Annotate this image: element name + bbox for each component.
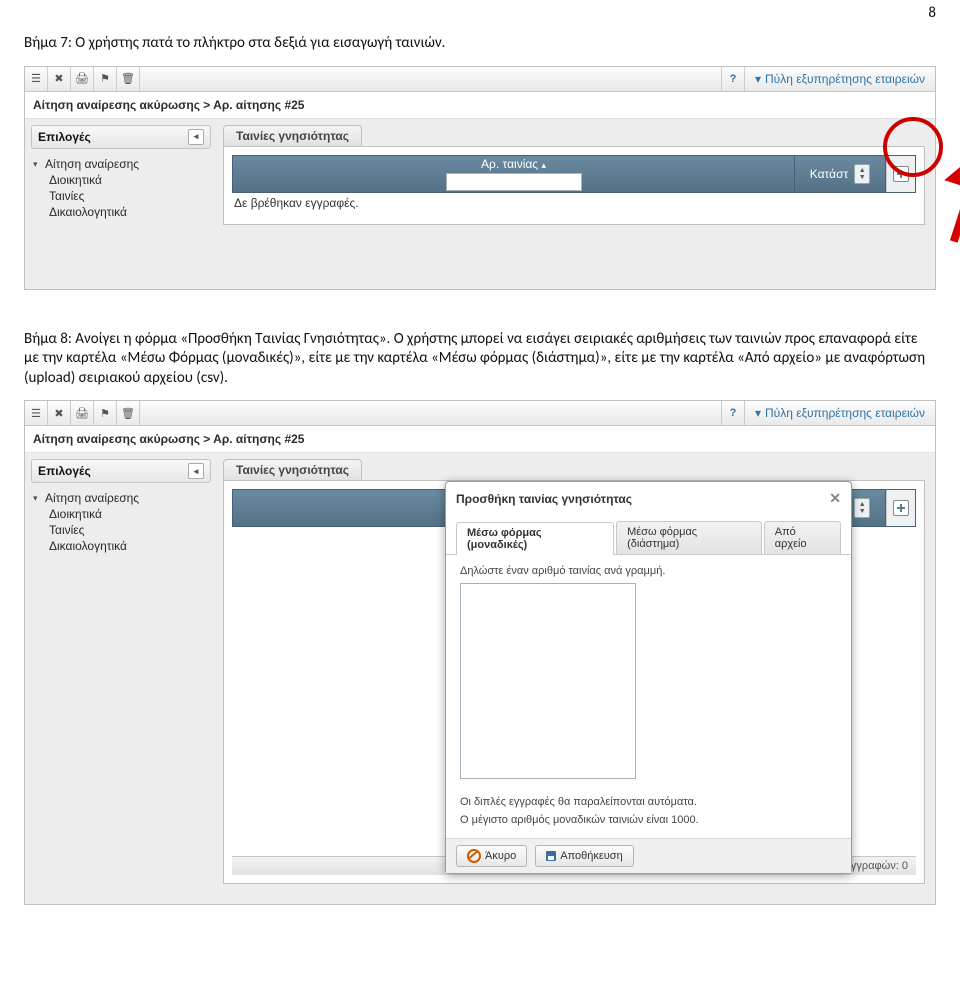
modal-body: Δηλώστε έναν αριθμό ταινίας ανά γραμμή. … <box>446 555 851 838</box>
modal-tab-file[interactable]: Από αρχείο <box>764 521 841 554</box>
toolbar-btn-5[interactable]: 🗑 <box>117 67 140 91</box>
toolbar-btn-2[interactable]: ✖ <box>48 67 71 91</box>
screenshot-2: ☰ ✖ 🖨 ⚑ 🗑 ? ▾ Πύλη εξυπηρέτησης εταιρειώ… <box>24 400 936 905</box>
help-button[interactable]: ? <box>721 401 745 425</box>
step7-text: Βήμα 7: Ο χρήστης πατά το πλήκτρο στα δε… <box>24 34 936 54</box>
main-area: Ταινίες γνησιότητας Αρ. ταινίας ▴ Κατάστ… <box>215 119 935 289</box>
grid-panel: Αρ. ταινίας ▴ Κατάστ ▲▼ Δε βρέθηκαν εγγρ… <box>223 147 925 225</box>
help-button[interactable]: ? <box>721 67 745 91</box>
screenshot-1: ☰ ✖ 🖨 ⚑ 🗑 ? ▾ Πύλη εξυπηρέτησης εταιρειώ… <box>24 66 936 290</box>
grid-add-cell <box>886 490 915 526</box>
save-button[interactable]: Αποθήκευση <box>535 845 633 867</box>
toolbar-btn-3[interactable]: 🖨 <box>71 67 94 91</box>
tabbar: Ταινίες γνησιότητας <box>223 459 925 481</box>
sidebar-header: Επιλογές ◂ <box>31 125 211 149</box>
toolbar: ☰ ✖ 🖨 ⚑ 🗑 ? ▾ Πύλη εξυπηρέτησης εταιρειώ… <box>25 67 935 92</box>
sidebar-title: Επιλογές <box>38 464 91 478</box>
grid-add-cell <box>886 156 915 192</box>
add-icon[interactable] <box>893 166 909 182</box>
portal-link-label: Πύλη εξυπηρέτησης εταιρειών <box>765 72 925 86</box>
close-icon[interactable]: ✕ <box>829 490 841 507</box>
modal-note-max: Ο μέγιστο αριθμός μοναδικών ταινιών είνα… <box>460 814 837 826</box>
toolbar-btn-4[interactable]: ⚑ <box>94 401 117 425</box>
toolbar-btn-3[interactable]: 🖨 <box>71 401 94 425</box>
toolbar: ☰ ✖ 🖨 ⚑ 🗑 ? ▾ Πύλη εξυπηρέτησης εταιρειώ… <box>25 401 935 426</box>
portal-link-label: Πύλη εξυπηρέτησης εταιρειών <box>765 406 925 420</box>
main-area: Ταινίες γνησιότητας Αρ. ταινίας Κατάστ ▲… <box>215 453 935 904</box>
toolbar-btn-1[interactable]: ☰ <box>25 67 48 91</box>
modal-titlebar: Προσθήκη ταινίας γνησιότητας ✕ <box>446 482 851 513</box>
sidebar-item[interactable]: Δικαιολογητικά <box>35 539 211 553</box>
tabbar: Ταινίες γνησιότητας <box>223 125 925 147</box>
cancel-label: Άκυρο <box>485 850 516 862</box>
cancel-icon <box>467 849 481 863</box>
page-number: 8 <box>24 0 936 22</box>
sidebar-items: Αίτηση αναίρεσης Διοικητικά Ταινίες Δικα… <box>31 149 211 219</box>
breadcrumb: Αίτηση αναίρεσης ακύρωσης > Αρ. αίτησης … <box>25 92 935 119</box>
sidebar-collapse-button[interactable]: ◂ <box>188 129 204 145</box>
toolbar-btn-2[interactable]: ✖ <box>48 401 71 425</box>
breadcrumb: Αίτηση αναίρεσης ακύρωσης > Αρ. αίτησης … <box>25 426 935 453</box>
grid-filter-input[interactable] <box>446 173 582 191</box>
chevron-down-icon: ▾ <box>755 406 761 420</box>
serials-textarea[interactable] <box>460 583 636 779</box>
save-label: Αποθήκευση <box>560 850 622 862</box>
sidebar-item[interactable]: Ταινίες <box>35 189 211 203</box>
sidebar-collapse-button[interactable]: ◂ <box>188 463 204 479</box>
modal-title-text: Προσθήκη ταινίας γνησιότητας <box>456 492 632 506</box>
sidebar-item-parent[interactable]: Αίτηση αναίρεσης <box>35 491 211 505</box>
portal-link[interactable]: ▾ Πύλη εξυπηρέτησης εταιρειών <box>745 401 935 425</box>
step8-text: Βήμα 8: Ανοίγει η φόρμα «Προσθήκη Ταινία… <box>24 330 936 389</box>
tab-tainies[interactable]: Ταινίες γνησιότητας <box>223 459 362 480</box>
sidebar-item[interactable]: Διοικητικά <box>35 507 211 521</box>
sidebar-item[interactable]: Διοικητικά <box>35 173 211 187</box>
modal-hint: Δηλώστε έναν αριθμό ταινίας ανά γραμμή. <box>460 565 837 577</box>
grid-col-status-label: Κατάστ <box>810 167 848 181</box>
updown-icon[interactable]: ▲▼ <box>854 164 870 184</box>
updown-icon[interactable]: ▲▼ <box>854 498 870 518</box>
portal-link[interactable]: ▾ Πύλη εξυπηρέτησης εταιρειών <box>745 67 935 91</box>
sidebar-item-parent[interactable]: Αίτηση αναίρεσης <box>35 157 211 171</box>
toolbar-btn-5[interactable]: 🗑 <box>117 401 140 425</box>
sidebar-items: Αίτηση αναίρεσης Διοικητικά Ταινίες Δικα… <box>31 483 211 553</box>
cancel-button[interactable]: Άκυρο <box>456 845 527 867</box>
save-icon <box>546 851 556 861</box>
sidebar: Επιλογές ◂ Αίτηση αναίρεσης Διοικητικά Τ… <box>25 119 215 289</box>
sidebar-item[interactable]: Ταινίες <box>35 523 211 537</box>
no-records-text: Δε βρέθηκαν εγγραφές. <box>232 193 916 210</box>
grid-col-number[interactable]: Αρ. ταινίας ▴ <box>233 156 795 192</box>
grid-col-status[interactable]: Κατάστ ▲▼ <box>795 156 886 192</box>
tab-tainies[interactable]: Ταινίες γνησιότητας <box>223 125 362 146</box>
sort-caret-icon: ▴ <box>541 160 546 170</box>
add-icon[interactable] <box>893 500 909 516</box>
add-tainia-modal: Προσθήκη ταινίας γνησιότητας ✕ Μέσω φόρμ… <box>445 481 852 874</box>
sidebar: Επιλογές ◂ Αίτηση αναίρεσης Διοικητικά Τ… <box>25 453 215 904</box>
modal-note-duplicates: Οι διπλές εγγραφές θα παραλείπονται αυτό… <box>460 796 837 808</box>
modal-tab-range[interactable]: Μέσω φόρμας (διάστημα) <box>616 521 762 554</box>
sidebar-item[interactable]: Δικαιολογητικά <box>35 205 211 219</box>
sidebar-header: Επιλογές ◂ <box>31 459 211 483</box>
grid-header: Αρ. ταινίας ▴ Κατάστ ▲▼ <box>232 155 916 193</box>
grid-col-number-label: Αρ. ταινίας <box>481 157 538 171</box>
toolbar-btn-4[interactable]: ⚑ <box>94 67 117 91</box>
sidebar-title: Επιλογές <box>38 130 91 144</box>
modal-tab-unique[interactable]: Μέσω φόρμας (μοναδικές) <box>456 522 614 555</box>
toolbar-btn-1[interactable]: ☰ <box>25 401 48 425</box>
modal-tabs: Μέσω φόρμας (μοναδικές) Μέσω φόρμας (διά… <box>446 513 851 555</box>
chevron-down-icon: ▾ <box>755 72 761 86</box>
modal-footer: Άκυρο Αποθήκευση <box>446 838 851 873</box>
modal-notes: Οι διπλές εγγραφές θα παραλείπονται αυτό… <box>460 796 837 826</box>
